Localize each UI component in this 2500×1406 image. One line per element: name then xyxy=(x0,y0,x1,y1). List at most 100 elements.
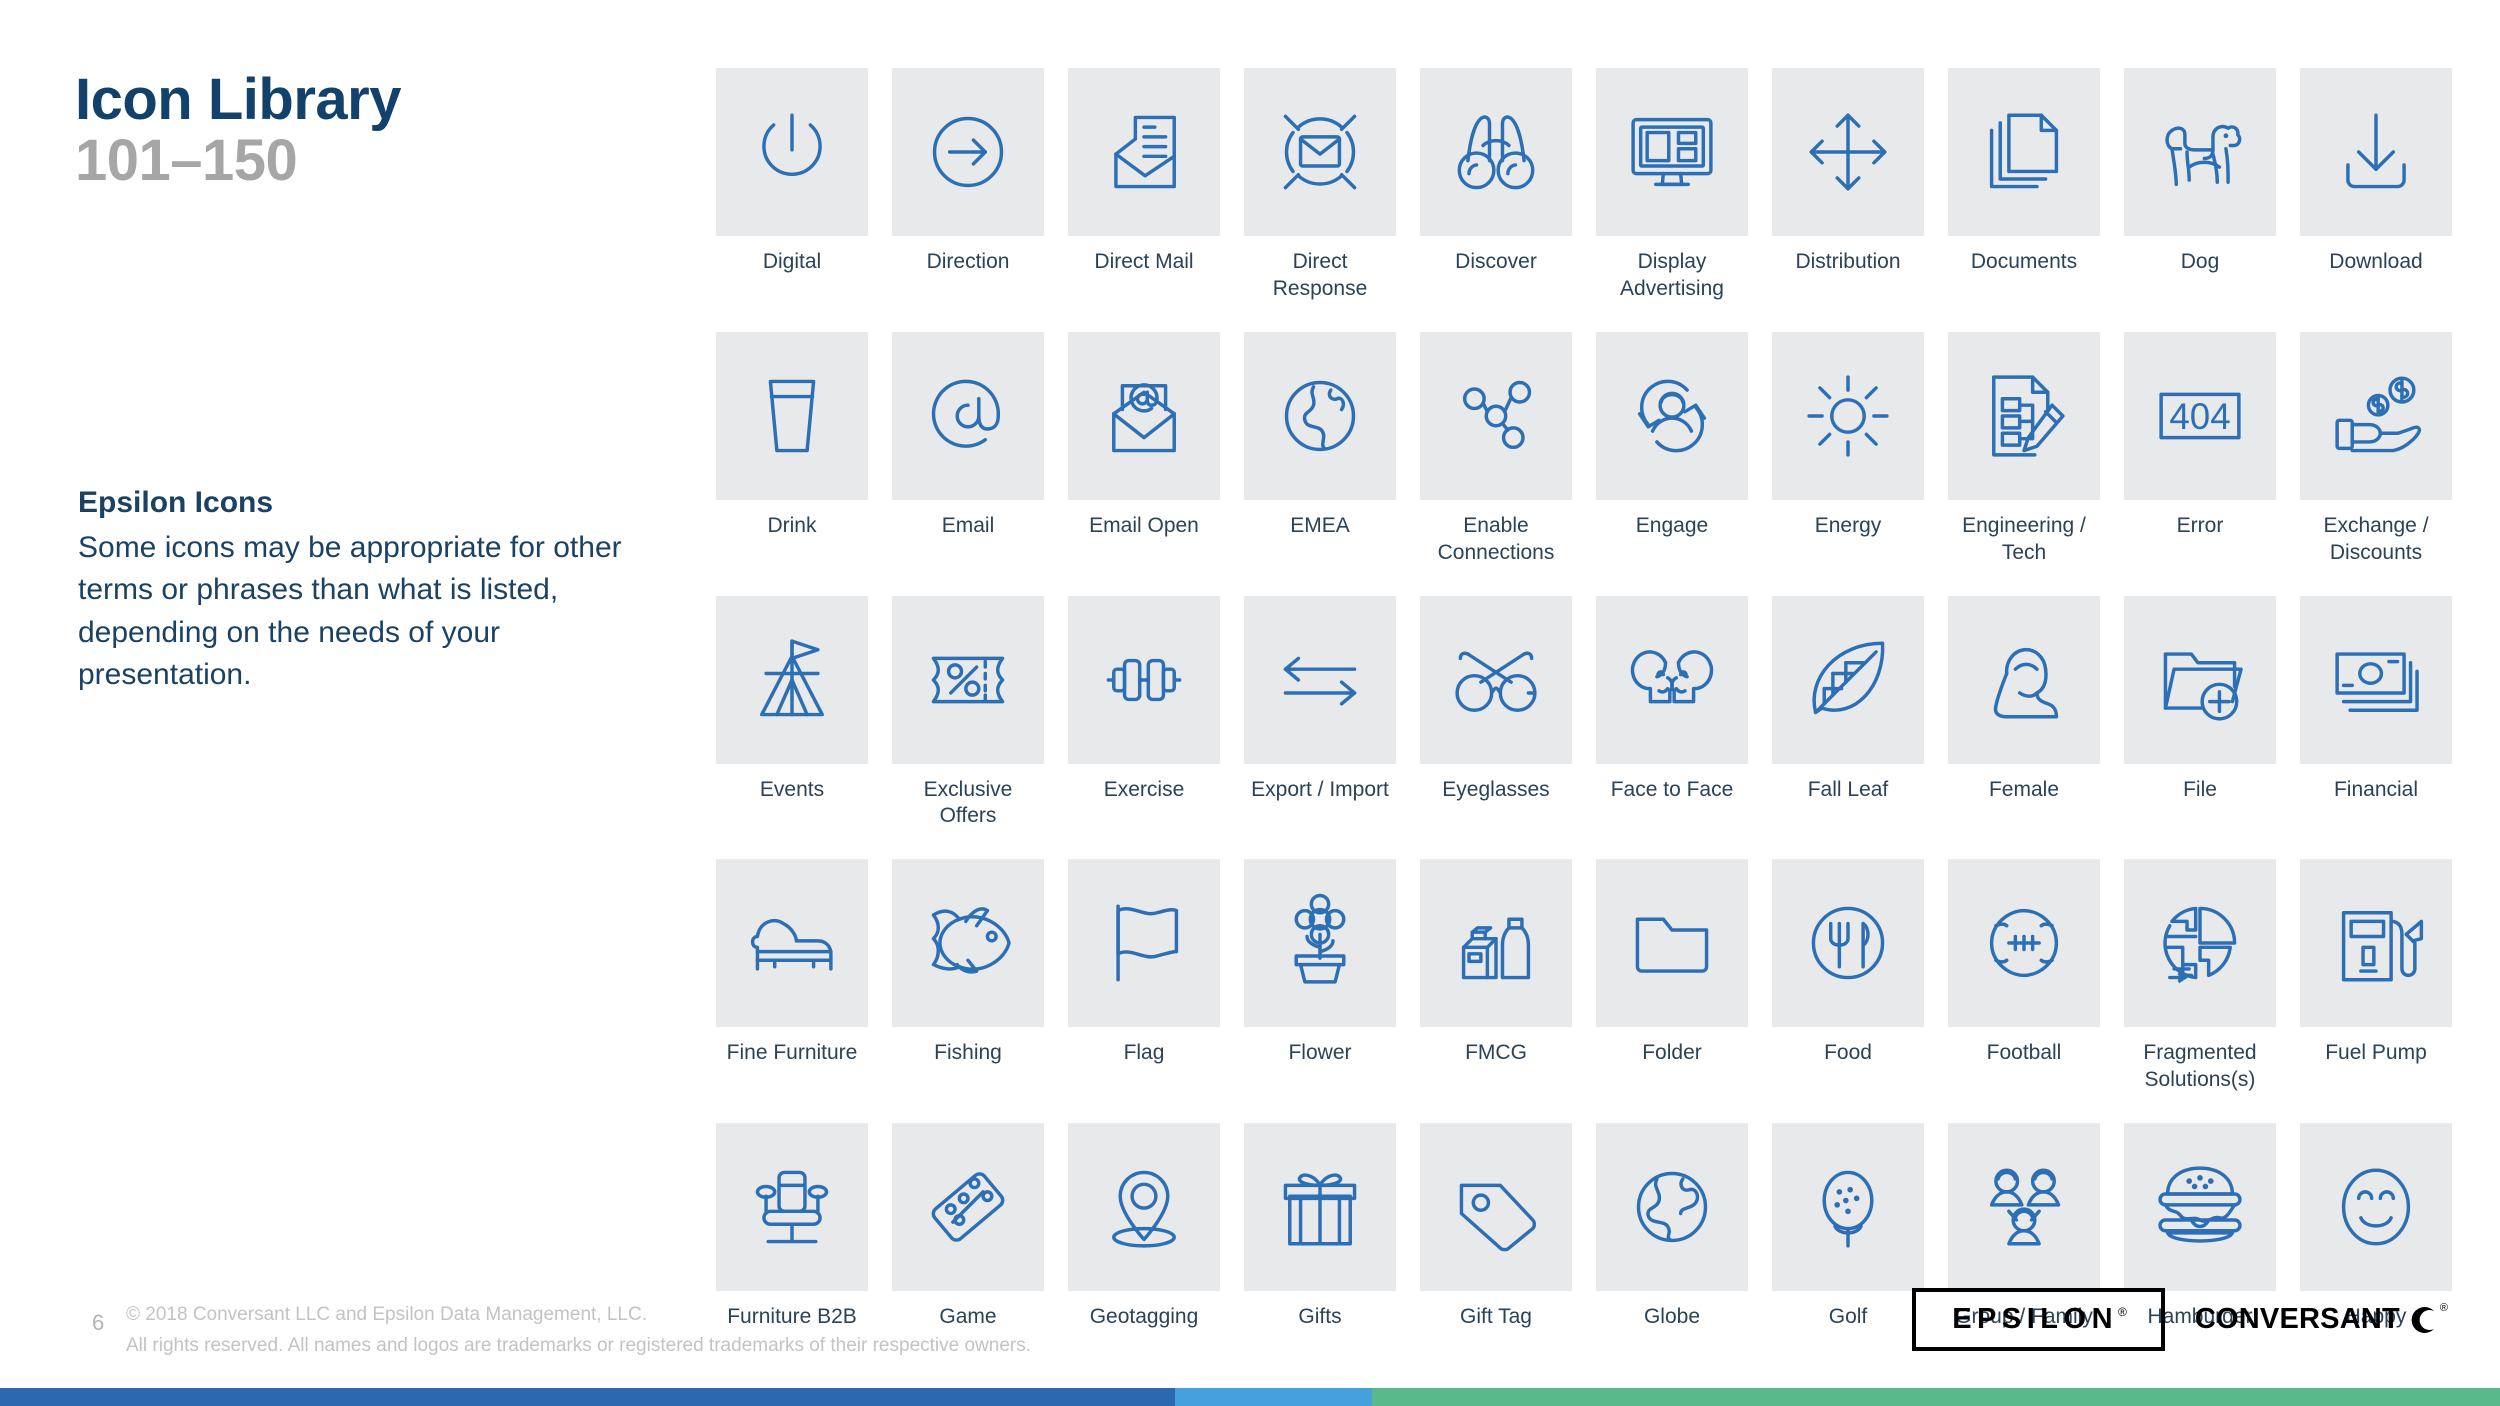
icon-tile[interactable] xyxy=(2124,859,2276,1028)
icon-tile[interactable] xyxy=(1068,68,1220,236)
icon-cell[interactable]: FMCG xyxy=(1420,859,1572,1094)
icon-cell[interactable]: Energy xyxy=(1772,331,1924,567)
icon-tile[interactable] xyxy=(1772,595,1924,764)
icon-cell[interactable]: Distribution xyxy=(1772,68,1924,303)
icon-cell[interactable]: Display Advertising xyxy=(1596,68,1748,303)
icon-tile[interactable] xyxy=(1948,68,2100,236)
icon-cell[interactable]: File xyxy=(2124,595,2276,831)
icon-tile[interactable] xyxy=(716,1123,868,1291)
icon-tile[interactable] xyxy=(892,68,1044,236)
icon-cell[interactable]: Export / Import xyxy=(1244,595,1396,831)
icon-tile[interactable] xyxy=(716,595,868,764)
icon-tile[interactable] xyxy=(1244,595,1396,764)
icon-cell[interactable]: Digital xyxy=(716,68,868,303)
icon-cell[interactable]: Enable Connections xyxy=(1420,331,1572,567)
icon-tile[interactable] xyxy=(1068,331,1220,500)
icon-tile[interactable] xyxy=(2300,859,2452,1028)
icon-cell[interactable]: Fishing xyxy=(892,859,1044,1094)
icon-tile[interactable] xyxy=(1068,859,1220,1028)
icon-cell[interactable]: Golf xyxy=(1772,1123,1924,1331)
icon-tile[interactable] xyxy=(1772,859,1924,1028)
icon-tile[interactable] xyxy=(1772,1123,1924,1291)
icon-cell[interactable]: Exercise xyxy=(1068,595,1220,831)
icon-tile[interactable] xyxy=(1420,68,1572,236)
icon-cell[interactable]: Fuel Pump xyxy=(2300,859,2452,1094)
icon-tile[interactable] xyxy=(716,859,868,1028)
icon-tile[interactable] xyxy=(2300,331,2452,500)
title-block: Icon Library 101–150 xyxy=(75,69,695,192)
icon-cell[interactable]: Food xyxy=(1772,859,1924,1094)
icon-tile[interactable] xyxy=(1420,595,1572,764)
icon-cell[interactable]: Flower xyxy=(1244,859,1396,1094)
icon-cell[interactable]: Football xyxy=(1948,859,2100,1094)
icon-cell[interactable]: Documents xyxy=(1948,68,2100,303)
icon-cell[interactable]: Direction xyxy=(892,68,1044,303)
icon-tile[interactable] xyxy=(1772,331,1924,500)
icon-cell[interactable]: Gifts xyxy=(1244,1123,1396,1331)
icon-cell[interactable]: Eyeglasses xyxy=(1420,595,1572,831)
icon-tile[interactable] xyxy=(1948,1123,2100,1291)
icon-cell[interactable]: Exchange / Discounts xyxy=(2300,331,2452,567)
icon-tile[interactable] xyxy=(716,331,868,500)
icon-cell[interactable]: Email xyxy=(892,331,1044,567)
icon-tile[interactable]: 404 xyxy=(2124,331,2276,500)
icon-tile[interactable] xyxy=(892,595,1044,764)
icon-label: Food xyxy=(1824,1041,1872,1065)
icon-cell[interactable]: Direct Response xyxy=(1244,68,1396,303)
icon-tile[interactable] xyxy=(2124,68,2276,236)
icon-cell[interactable]: Direct Mail xyxy=(1068,68,1220,303)
icon-tile[interactable] xyxy=(892,859,1044,1028)
icon-tile[interactable] xyxy=(1244,859,1396,1028)
icon-cell[interactable]: 404 Error xyxy=(2124,331,2276,567)
icon-tile[interactable] xyxy=(1068,595,1220,764)
icon-cell[interactable]: Face to Face xyxy=(1596,595,1748,831)
icon-tile[interactable] xyxy=(1596,1123,1748,1291)
icon-cell[interactable]: Events xyxy=(716,595,868,831)
icon-tile[interactable] xyxy=(1244,331,1396,500)
icon-tile[interactable] xyxy=(1420,1123,1572,1291)
icon-tile[interactable] xyxy=(1068,1123,1220,1291)
icon-cell[interactable]: Fine Furniture xyxy=(716,859,868,1094)
icon-cell[interactable]: Flag xyxy=(1068,859,1220,1094)
icon-cell[interactable]: Fragmented Solutions(s) xyxy=(2124,859,2276,1094)
icon-cell[interactable]: Engage xyxy=(1596,331,1748,567)
description-body: Some icons may be appropriate for other … xyxy=(78,530,622,692)
accent-segment-dark-blue xyxy=(0,1388,1175,1406)
icon-cell[interactable]: Engineering / Tech xyxy=(1948,331,2100,567)
icon-cell[interactable]: Financial xyxy=(2300,595,2452,831)
icon-tile[interactable] xyxy=(716,68,868,236)
icon-cell[interactable]: Discover xyxy=(1420,68,1572,303)
icon-cell[interactable]: Download xyxy=(2300,68,2452,303)
icon-cell[interactable]: Globe xyxy=(1596,1123,1748,1331)
icon-tile[interactable] xyxy=(2300,68,2452,236)
icon-cell[interactable]: Drink xyxy=(716,331,868,567)
icon-tile[interactable] xyxy=(1948,859,2100,1028)
icon-label: Energy xyxy=(1814,513,1882,537)
icon-tile[interactable] xyxy=(2124,1123,2276,1291)
icon-tile[interactable] xyxy=(2300,595,2452,764)
icon-tile[interactable] xyxy=(1244,68,1396,236)
icon-tile[interactable] xyxy=(1596,331,1748,500)
icon-cell[interactable]: Fall Leaf xyxy=(1772,595,1924,831)
icon-tile[interactable] xyxy=(1596,859,1748,1028)
icon-cell[interactable]: EMEA xyxy=(1244,331,1396,567)
icon-tile[interactable] xyxy=(2300,1123,2452,1291)
icon-cell[interactable]: Geotagging xyxy=(1068,1123,1220,1331)
icon-cell[interactable]: Email Open xyxy=(1068,331,1220,567)
icon-tile[interactable] xyxy=(1948,595,2100,764)
icon-tile[interactable] xyxy=(892,1123,1044,1291)
icon-tile[interactable] xyxy=(1772,68,1924,236)
icon-tile[interactable] xyxy=(1596,68,1748,236)
icon-cell[interactable]: Gift Tag xyxy=(1420,1123,1572,1331)
icon-tile[interactable] xyxy=(1596,595,1748,764)
icon-tile[interactable] xyxy=(1420,331,1572,500)
icon-tile[interactable] xyxy=(1244,1123,1396,1291)
icon-cell[interactable]: Female xyxy=(1948,595,2100,831)
icon-cell[interactable]: Exclusive Offers xyxy=(892,595,1044,831)
icon-cell[interactable]: Folder xyxy=(1596,859,1748,1094)
icon-tile[interactable] xyxy=(1420,859,1572,1028)
icon-cell[interactable]: Dog xyxy=(2124,68,2276,303)
icon-tile[interactable] xyxy=(2124,595,2276,764)
icon-tile[interactable] xyxy=(892,331,1044,500)
icon-tile[interactable] xyxy=(1948,331,2100,500)
